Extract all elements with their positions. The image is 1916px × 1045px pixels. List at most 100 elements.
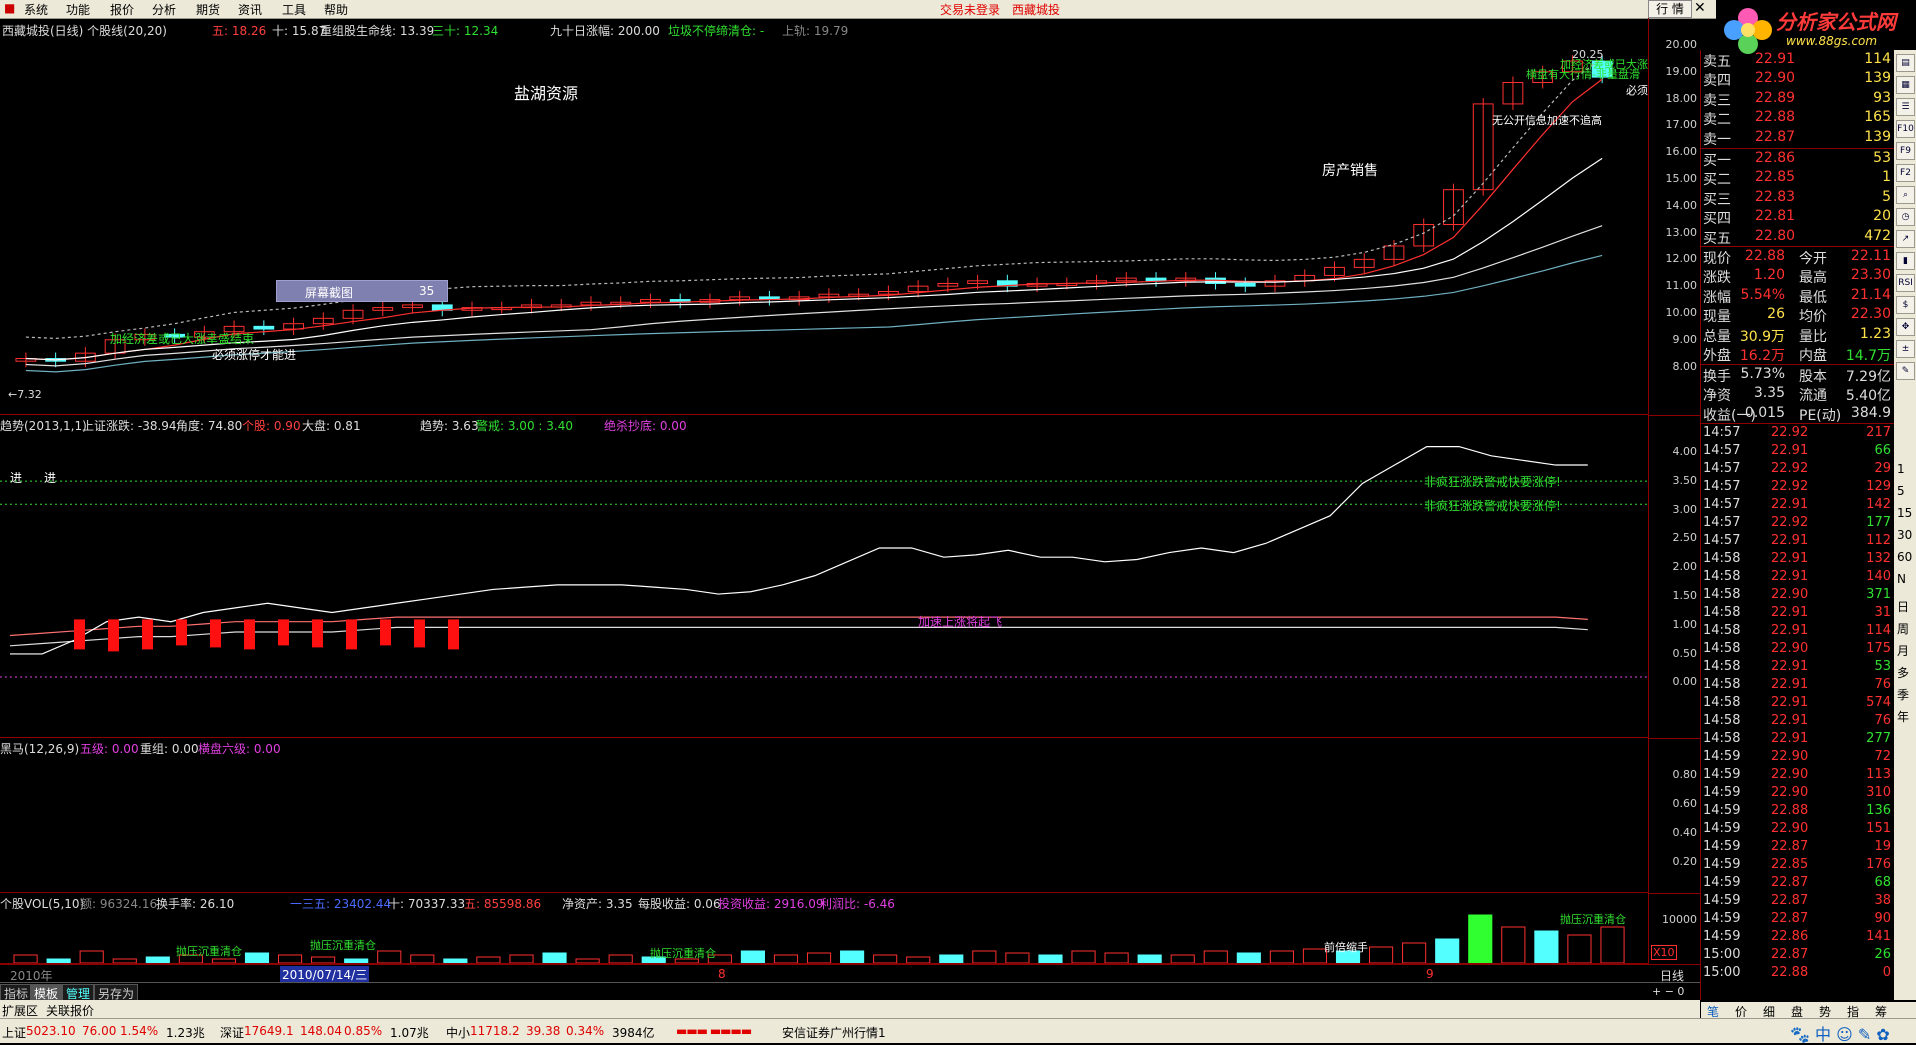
- ask-row[interactable]: 卖二 22.88 165: [1701, 109, 1895, 128]
- tick-row[interactable]: 14:59 22.90 113: [1701, 767, 1895, 785]
- tick-row[interactable]: 14:58 22.91 132: [1701, 551, 1895, 569]
- move-icon[interactable]: ✥: [1896, 318, 1915, 336]
- trade-login-status[interactable]: 交易未登录: [940, 1, 1000, 18]
- tick-row[interactable]: 14:58 22.90 175: [1701, 641, 1895, 659]
- ask-row[interactable]: 卖一 22.87 139: [1701, 129, 1895, 148]
- tick-row[interactable]: 14:59 22.90 151: [1701, 821, 1895, 839]
- dollar-icon[interactable]: $: [1896, 296, 1915, 314]
- period-4[interactable]: 季: [1897, 686, 1909, 703]
- period-icon-5[interactable]: 5: [1897, 484, 1905, 498]
- trend-icon[interactable]: ↗: [1896, 230, 1915, 248]
- stat2-row[interactable]: 净资 3.35 流通 5.40亿: [1701, 385, 1895, 404]
- period-icon-1[interactable]: 1: [1897, 462, 1905, 476]
- stat-row[interactable]: 现量 26 均价 22.30: [1701, 306, 1895, 325]
- tick-row[interactable]: 14:58 22.91 574: [1701, 695, 1895, 713]
- volume-plot[interactable]: [0, 893, 1648, 963]
- tick-row[interactable]: 14:57 22.92 177: [1701, 515, 1895, 533]
- tab-extension-area[interactable]: 扩展区: [2, 1002, 38, 1019]
- menu-item-system[interactable]: 系统: [24, 1, 48, 18]
- tick-row[interactable]: 14:59 22.86 141: [1701, 929, 1895, 947]
- zoom-icon[interactable]: ⌕: [1896, 186, 1915, 204]
- menu-item-analysis[interactable]: 分析: [152, 1, 176, 18]
- tick-row[interactable]: 14:57 22.92 217: [1701, 425, 1895, 443]
- ask-row[interactable]: 卖三 22.89 93: [1701, 90, 1895, 109]
- tick-row[interactable]: 14:59 22.85 176: [1701, 857, 1895, 875]
- stat-row[interactable]: 外盘 16.2万 内盘 14.7万: [1701, 345, 1895, 364]
- tick-row[interactable]: 14:59 22.88 136: [1701, 803, 1895, 821]
- status-tray-icons[interactable]: 🐾 中 ☺ ✎ ✿: [1790, 1021, 1890, 1045]
- tick-row[interactable]: 14:58 22.91 140: [1701, 569, 1895, 587]
- tick-row[interactable]: 14:58 22.91 53: [1701, 659, 1895, 677]
- tick-row[interactable]: 14:59 22.90 72: [1701, 749, 1895, 767]
- trend-chart-pane[interactable]: 趋势(2013,1,1) 上证涨跌: -38.94 角度: 74.80 个股: …: [0, 415, 1648, 738]
- ask-row[interactable]: 卖五 22.91 114: [1701, 51, 1895, 70]
- calc-icon[interactable]: ±: [1896, 340, 1915, 358]
- bid-row[interactable]: 买一 22.86 53: [1701, 150, 1895, 169]
- stat-row[interactable]: 现价 22.88 今开 22.11: [1701, 248, 1895, 267]
- sz-index-label[interactable]: 深证: [220, 1024, 244, 1041]
- bid-row[interactable]: 买三 22.83 5: [1701, 189, 1895, 208]
- server-name[interactable]: 安信证券广州行情1: [782, 1024, 886, 1041]
- tick-row[interactable]: 14:59 22.87 38: [1701, 893, 1895, 911]
- tick-row[interactable]: 14:57 22.91 112: [1701, 533, 1895, 551]
- period-icon-30[interactable]: 30: [1897, 528, 1912, 542]
- close-icon[interactable]: ✕: [1694, 0, 1706, 16]
- tick-row[interactable]: 14:57 22.92 129: [1701, 479, 1895, 497]
- tick-row[interactable]: 14:57 22.92 29: [1701, 461, 1895, 479]
- app-icon[interactable]: ■: [4, 1, 15, 15]
- chart-icon[interactable]: ▤: [1896, 54, 1915, 72]
- menu-item-tools[interactable]: 工具: [282, 1, 306, 18]
- tick-row[interactable]: 14:58 22.91 31: [1701, 605, 1895, 623]
- tick-row[interactable]: 14:59 22.87 68: [1701, 875, 1895, 893]
- tick-row[interactable]: 14:58 22.90 371: [1701, 587, 1895, 605]
- rsi-icon[interactable]: RSI: [1896, 274, 1915, 292]
- tick-row[interactable]: 14:59 22.87 19: [1701, 839, 1895, 857]
- volume-chart-pane[interactable]: 个股VOL(5,10) 额: 96324.16 换手率: 26.10 一三五: …: [0, 893, 1648, 964]
- menu-item-function[interactable]: 功能: [66, 1, 90, 18]
- menu-item-help[interactable]: 帮助: [324, 1, 348, 18]
- period-1[interactable]: 周: [1897, 620, 1909, 637]
- x10-badge[interactable]: X10: [1651, 945, 1677, 960]
- pen-icon[interactable]: ✎: [1896, 362, 1915, 380]
- trend-plot[interactable]: [0, 415, 1648, 737]
- tick-row[interactable]: 14:58 22.91 76: [1701, 713, 1895, 731]
- list-icon[interactable]: ☰: [1896, 98, 1915, 116]
- tab-related-quote[interactable]: 关联报价: [46, 1002, 94, 1019]
- sh-index-label[interactable]: 上证: [2, 1024, 26, 1041]
- kline-chart-pane[interactable]: 西藏城投(日线) 个股线(20,20) 五: 18.26 十: 15.87 重组…: [0, 18, 1648, 415]
- tick-row[interactable]: 14:58 22.91 76: [1701, 677, 1895, 695]
- tick-row[interactable]: 15:00 22.88 0: [1701, 965, 1895, 983]
- f10-icon[interactable]: F10: [1896, 120, 1915, 138]
- period-icon-15[interactable]: 15: [1897, 506, 1912, 520]
- tick-row[interactable]: 14:58 22.91 277: [1701, 731, 1895, 749]
- stat2-row[interactable]: 收益(一) 0.015 PE(动) 384.9: [1701, 405, 1895, 424]
- ask-row[interactable]: 卖四 22.90 139: [1701, 70, 1895, 89]
- bid-row[interactable]: 买二 22.85 1: [1701, 169, 1895, 188]
- f2-icon[interactable]: F2: [1896, 164, 1915, 182]
- stat2-row[interactable]: 换手 5.73% 股本 7.29亿: [1701, 366, 1895, 385]
- f9-icon[interactable]: F9: [1896, 142, 1915, 160]
- screenshot-box[interactable]: 屏幕截图 35: [276, 280, 448, 302]
- period-icon-60[interactable]: 60: [1897, 550, 1912, 564]
- period-icon-N[interactable]: N: [1897, 572, 1906, 586]
- tick-row[interactable]: 14:59 22.87 90: [1701, 911, 1895, 929]
- period-3[interactable]: 多: [1897, 664, 1909, 681]
- stat-row[interactable]: 涨幅 5.54% 最低 21.14: [1701, 287, 1895, 306]
- stat-row[interactable]: 总量 30.9万 量比 1.23: [1701, 326, 1895, 345]
- period-0[interactable]: 日: [1897, 598, 1909, 615]
- clock-icon[interactable]: ◷: [1896, 208, 1915, 226]
- bid-row[interactable]: 买四 22.81 20: [1701, 208, 1895, 227]
- grid-icon[interactable]: ▦: [1896, 76, 1915, 94]
- menu-item-futures[interactable]: 期货: [196, 1, 220, 18]
- stat-row[interactable]: 涨跌 1.20 最高 23.30: [1701, 267, 1895, 286]
- bid-row[interactable]: 买五 22.80 472: [1701, 228, 1895, 247]
- menu-item-info[interactable]: 资讯: [238, 1, 262, 18]
- tick-row[interactable]: 14:59 22.90 310: [1701, 785, 1895, 803]
- kline-icon[interactable]: ▮: [1896, 252, 1915, 270]
- horse-chart-pane[interactable]: 黑马(12,26,9) 五级: 0.00 重组: 0.00 横盘六级: 0.00: [0, 738, 1648, 893]
- period-5[interactable]: 年: [1897, 708, 1909, 725]
- tick-row[interactable]: 15:00 22.87 26: [1701, 947, 1895, 965]
- menu-item-quote[interactable]: 报价: [110, 1, 134, 18]
- period-2[interactable]: 月: [1897, 642, 1909, 659]
- tick-row[interactable]: 14:57 22.91 142: [1701, 497, 1895, 515]
